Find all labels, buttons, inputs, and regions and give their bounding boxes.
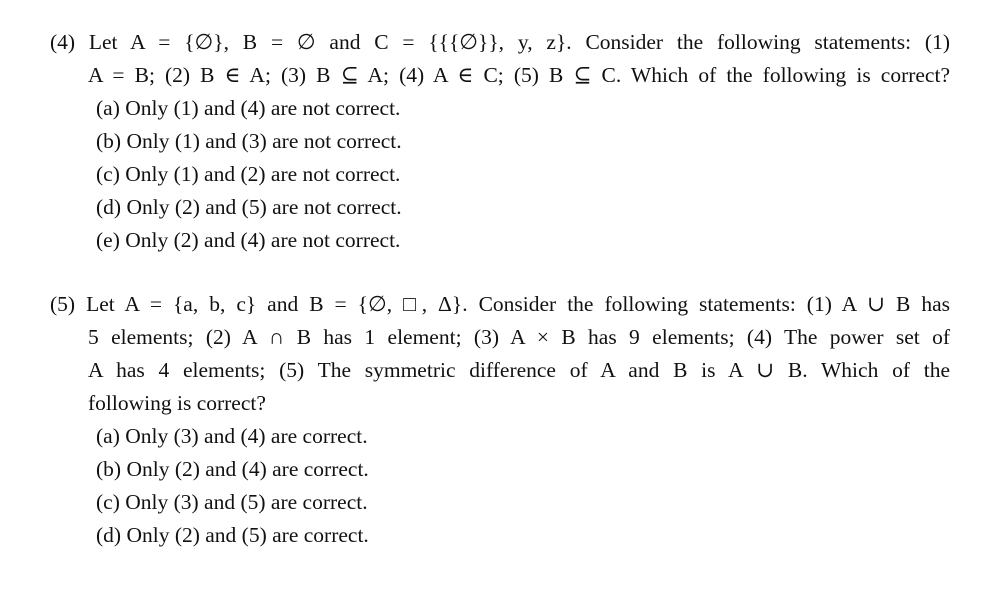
problem-5-line-3: A has 4 elements; (5) The symmetric diff… <box>88 358 950 382</box>
problem-5-option-c: (c) Only (3) and (5) are correct. <box>96 490 368 514</box>
problem-4-option-c: (c) Only (1) and (2) are not correct. <box>96 162 401 186</box>
problem-4-option-a: (a) Only (1) and (4) are not correct. <box>96 96 401 120</box>
problem-5-line-2: 5 elements; (2) A ∩ B has 1 element; (3)… <box>88 325 950 349</box>
problem-4-option-b: (b) Only (1) and (3) are not correct. <box>96 129 402 153</box>
problem-5: (5) Let A = {a, b, c} and B = {∅, □, Δ}.… <box>50 288 950 552</box>
problem-5-option-d: (d) Only (2) and (5) are correct. <box>96 523 369 547</box>
problem-4-option-d: (d) Only (2) and (5) are not correct. <box>96 195 402 219</box>
problem-5-line-1: (5) Let A = {a, b, c} and B = {∅, □, Δ}.… <box>50 292 950 316</box>
problem-5-option-a: (a) Only (3) and (4) are correct. <box>96 424 368 448</box>
problem-5-line-4: following is correct? <box>88 391 266 415</box>
problem-4-option-e: (e) Only (2) and (4) are not correct. <box>96 228 401 252</box>
problem-4-line-1: (4) Let A = {∅}, B = ∅ and C = {{{∅}}, y… <box>50 30 950 54</box>
problem-4-line-2: A = B; (2) B ∈ A; (3) B ⊆ A; (4) A ∈ C; … <box>88 63 950 87</box>
problem-5-option-b: (b) Only (2) and (4) are correct. <box>96 457 369 481</box>
problem-4: (4) Let A = {∅}, B = ∅ and C = {{{∅}}, y… <box>50 26 950 257</box>
